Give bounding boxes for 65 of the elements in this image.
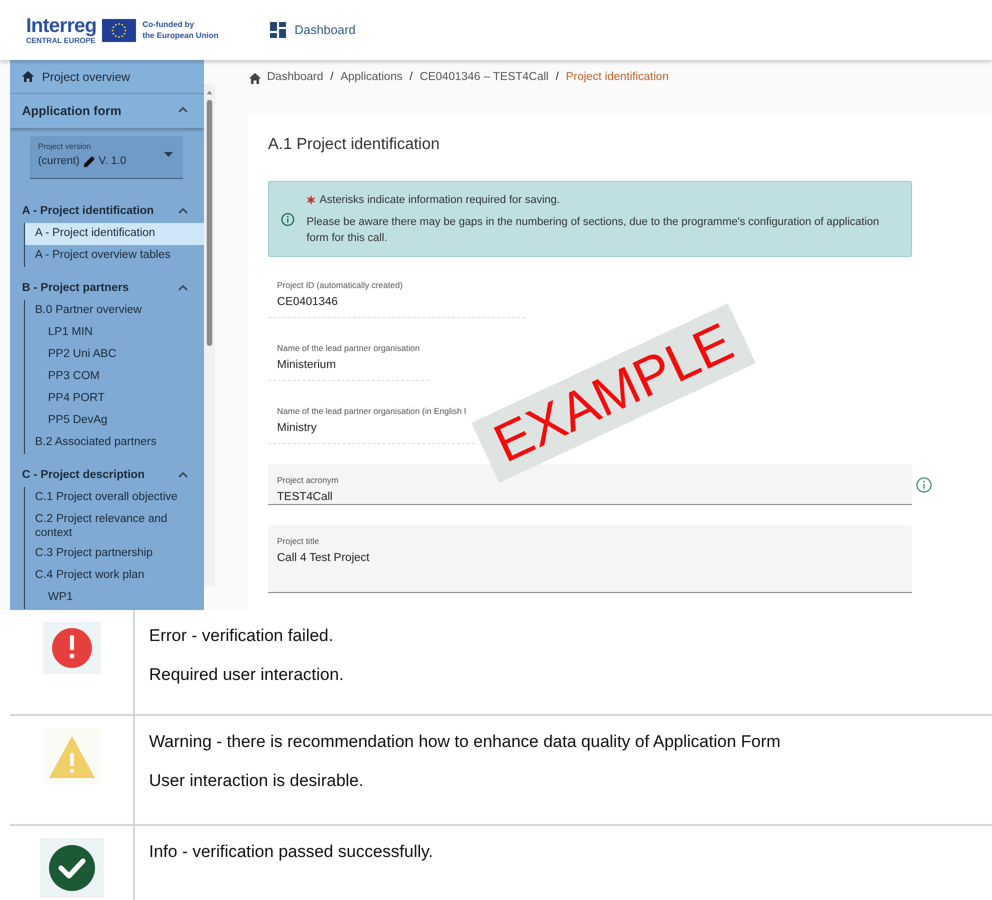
sidebar-item[interactable]: PP5 DevAg — [25, 410, 204, 432]
group-title[interactable]: C - Project description — [22, 467, 145, 485]
sidebar-item[interactable]: A - Project identification — [25, 223, 204, 245]
field-value: TEST4Call — [277, 490, 334, 505]
breadcrumb-link[interactable]: CE0401346 – TEST4Call — [420, 69, 549, 87]
legend-text: Info - verification passed successfully. — [149, 841, 434, 863]
breadcrumb-link[interactable]: Dashboard — [267, 69, 324, 87]
warning-icon — [42, 728, 100, 784]
field-value: Call 4 Test Project — [277, 550, 370, 566]
breadcrumb-link[interactable]: Project identification — [566, 69, 669, 87]
logo-wordmark: Interreg — [26, 16, 96, 36]
sidebar-item[interactable]: B.0 Partner overview — [25, 300, 204, 322]
sidebar-item[interactable]: LP1 MIN — [25, 322, 204, 344]
breadcrumb-separator: / — [556, 70, 559, 86]
breadcrumb-link[interactable]: Applications — [340, 69, 402, 87]
input-field[interactable]: Project acronym TEST4Call — [268, 464, 912, 505]
field-label: Project title — [277, 535, 320, 548]
notice-text: Please be aware there may be gaps in the numbering of sections, due to the programme's configuration of application form for this call. — [306, 215, 880, 246]
textarea-field[interactable]: Project title Call 4 Test Project — [268, 525, 912, 593]
sidebar-item[interactable]: B.2 Associated partners — [25, 432, 204, 454]
asterisk-icon — [306, 196, 315, 204]
sidebar-item[interactable]: A - Project overview tables — [25, 245, 204, 267]
cofunded-text: the European Union — [142, 30, 218, 41]
version-dropdown[interactable]: Project version (current) V. 1.0 — [30, 136, 183, 179]
legend-text: Error - verification failed. — [149, 625, 334, 647]
sidebar-item[interactable]: WP1 — [25, 587, 204, 609]
legend-text: User interaction is desirable. — [149, 770, 364, 792]
field-label: Name of the lead partner organisation (in English l — [277, 405, 466, 418]
field-value: CE0401346 — [277, 294, 339, 310]
sidebar-item[interactable]: PP2 Uni ABC — [25, 344, 204, 366]
legend-text: Warning - there is recommendation how to enhance data quality of Application Form — [149, 731, 781, 753]
section-title: Application form — [22, 102, 122, 120]
sidebar-item[interactable]: C.1 Project overall objective — [25, 487, 204, 509]
field-label: Project ID (automatically created) — [277, 279, 404, 292]
version-current: (current) — [38, 154, 80, 169]
breadcrumb-separator: / — [330, 70, 334, 86]
cofunded-text: Co-funded by — [142, 19, 196, 30]
sidebar-item[interactable]: C.2 Project relevance and context — [25, 509, 204, 543]
home-icon[interactable] — [249, 72, 261, 84]
dashboard-icon[interactable] — [270, 22, 286, 38]
field-value: Ministry — [277, 420, 318, 436]
version-value: V. 1.0 — [98, 154, 126, 169]
pencil-icon — [84, 156, 95, 167]
field-label: Project version — [38, 141, 92, 153]
legend-text: Required user interaction. — [149, 664, 344, 686]
dropdown-arrow-icon — [164, 152, 173, 157]
eu-flag-icon — [102, 18, 136, 42]
breadcrumb-separator: / — [409, 70, 413, 86]
info-icon — [281, 212, 295, 226]
dashboard-link[interactable]: Dashboard — [294, 20, 356, 40]
error-icon — [42, 622, 100, 674]
field-label: Name of the lead partner organisation — [277, 342, 420, 355]
home-icon — [22, 71, 34, 82]
form-title: A.1 Project identification — [268, 135, 441, 155]
notice-text: Asterisks indicate information required for saving. — [320, 193, 560, 208]
info-icon[interactable] — [916, 476, 932, 492]
group-title[interactable]: A - Project identification — [22, 203, 154, 221]
sidebar-item[interactable]: PP3 COM — [25, 366, 204, 388]
field-value: Ministerium — [277, 358, 337, 373]
sidebar-item[interactable]: C.3 Project partnership — [25, 543, 204, 565]
check-icon — [40, 838, 104, 898]
sidebar-item[interactable]: PP4 PORT — [25, 388, 204, 410]
sidebar-item[interactable]: C.4 Project work plan — [25, 565, 204, 587]
group-title[interactable]: B - Project partners — [22, 280, 129, 298]
field-label: Project acronym — [277, 474, 340, 487]
